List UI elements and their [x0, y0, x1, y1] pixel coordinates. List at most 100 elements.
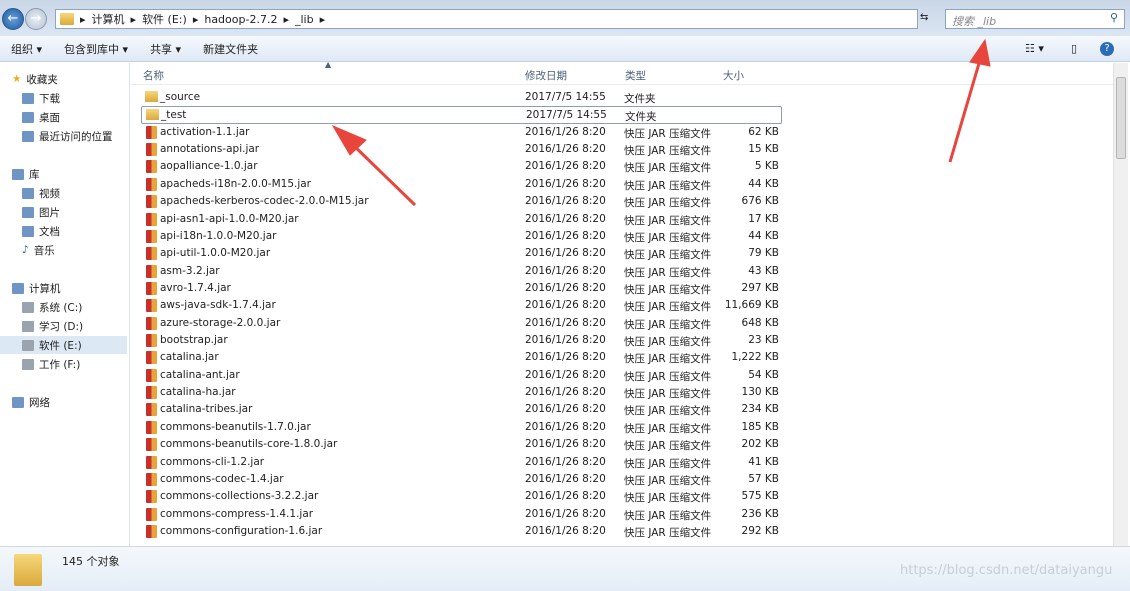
file-row[interactable]: catalina.jar 2016/1/26 8:20 快压 JAR 压缩文件 1,2… — [141, 349, 782, 367]
file-row[interactable]: activation-1.1.jar 2016/1/26 8:20 快压 JAR 压… — [141, 124, 782, 142]
sidebar-item-music[interactable]: ♪ 音乐 — [22, 241, 55, 259]
sidebar-drive-c[interactable]: 系统 (C:) — [22, 298, 82, 316]
sidebar-item-downloads[interactable]: 下载 — [22, 89, 60, 107]
file-size: 17 KB — [748, 212, 779, 225]
include-in-library-button[interactable]: 包含到库中 ▾ — [53, 41, 139, 57]
sidebar-drive-d[interactable]: 学习 (D:) — [22, 317, 83, 335]
file-row[interactable]: catalina-ant.jar 2016/1/26 8:20 快压 JAR 压缩文… — [141, 367, 782, 385]
jar-file-icon — [146, 281, 157, 295]
file-row[interactable]: api-util-1.0.0-M20.jar 2016/1/26 8:20 快压 J… — [141, 245, 782, 263]
file-size: 297 KB — [741, 281, 779, 294]
file-size: 5 KB — [754, 160, 779, 173]
video-icon — [22, 187, 34, 199]
refresh-icon[interactable]: ⇆ — [920, 12, 928, 23]
vertical-scrollbar[interactable] — [1113, 63, 1128, 546]
file-name: _source — [160, 91, 201, 103]
file-row[interactable]: api-i18n-1.0.0-M20.jar 2016/1/26 8:20 快压 J… — [141, 228, 782, 246]
file-row[interactable]: commons-codec-1.4.jar 2016/1/26 8:20 快压 JA… — [141, 471, 782, 489]
forward-button[interactable]: → — [25, 8, 47, 30]
file-type: 快压 JAR 压缩文件 — [624, 527, 712, 539]
file-row[interactable]: commons-beanutils-core-1.8.0.jar 2016/1/2… — [141, 436, 782, 454]
file-name: catalina-tribes.jar — [160, 403, 253, 416]
sidebar-item-desktop[interactable]: 桌面 — [22, 108, 60, 126]
search-icon[interactable]: ⚲ — [1110, 11, 1118, 24]
file-date: 2016/1/26 8:20 — [525, 334, 606, 347]
jar-file-icon — [146, 507, 157, 521]
file-type: 快压 JAR 压缩文件 — [624, 353, 712, 366]
sidebar-item-videos[interactable]: 视频 — [22, 184, 60, 202]
breadcrumb-hadoop[interactable]: hadoop-2.7.2 — [204, 13, 277, 26]
breadcrumb-drive[interactable]: 软件 (E:) — [142, 11, 187, 27]
file-size: 236 KB — [741, 507, 779, 520]
file-row[interactable]: _source 2017/7/5 14:55 文件夹 — [141, 89, 782, 107]
breadcrumb-computer[interactable]: 计算机 — [92, 11, 125, 27]
view-options-icon[interactable]: ☷ ▾ — [1025, 42, 1044, 55]
file-row[interactable]: apacheds-i18n-2.0.0-M15.jar 2016/1/26 8:2… — [141, 176, 782, 194]
recent-places-icon — [22, 130, 34, 142]
file-row[interactable]: apacheds-kerberos-codec-2.0.0-M15.jar 201… — [141, 193, 782, 211]
folder-icon — [60, 13, 74, 25]
file-row[interactable]: commons-cli-1.2.jar 2016/1/26 8:20 快压 JAR … — [141, 454, 782, 472]
document-icon — [22, 225, 34, 237]
sidebar-drive-f[interactable]: 工作 (F:) — [22, 355, 80, 373]
file-row[interactable]: commons-compress-1.4.1.jar 2016/1/26 8:20… — [141, 506, 782, 524]
file-row[interactable]: bootstrap.jar 2016/1/26 8:20 快压 JAR 压缩文件 23… — [141, 332, 782, 350]
jar-file-icon — [146, 143, 157, 157]
file-row[interactable]: annotations-api.jar 2016/1/26 8:20 快压 JAR … — [141, 141, 782, 159]
file-row[interactable]: aws-java-sdk-1.7.4.jar 2016/1/26 8:20 快压 J… — [141, 297, 782, 315]
sidebar-network[interactable]: 网络 — [12, 393, 50, 411]
file-type: 快压 JAR 压缩文件 — [624, 214, 712, 227]
new-folder-button[interactable]: 新建文件夹 — [192, 41, 269, 57]
file-size: 41 KB — [748, 455, 779, 468]
file-row[interactable]: commons-beanutils-1.7.0.jar 2016/1/26 8:2… — [141, 419, 782, 437]
sidebar-item-recent[interactable]: 最近访问的位置 — [22, 127, 113, 145]
file-row[interactable]: aopalliance-1.0.jar 2016/1/26 8:20 快压 JAR … — [141, 158, 782, 176]
jar-file-icon — [146, 264, 157, 278]
preview-pane-icon[interactable]: ▯ — [1071, 42, 1077, 55]
breadcrumb-lib[interactable]: _lib — [295, 13, 314, 26]
drive-icon — [22, 358, 34, 370]
scrollbar-thumb[interactable] — [1116, 77, 1126, 159]
file-row[interactable]: avro-1.7.4.jar 2016/1/26 8:20 快压 JAR 压缩文件 2… — [141, 280, 782, 298]
file-size: 11,669 KB — [724, 299, 779, 312]
column-type[interactable]: 类型 — [625, 68, 646, 83]
share-button[interactable]: 共享 ▾ — [139, 41, 192, 57]
file-row[interactable]: azure-storage-2.0.0.jar 2016/1/26 8:20 快压 … — [141, 315, 782, 333]
file-date: 2016/1/26 8:20 — [525, 438, 606, 451]
sidebar-favorites[interactable]: ★ 收藏夹 — [12, 70, 58, 88]
search-input[interactable]: 搜索 _lib — [945, 9, 1125, 29]
file-type: 快压 JAR 压缩文件 — [624, 492, 712, 505]
column-size[interactable]: 大小 — [723, 68, 744, 83]
file-name: commons-beanutils-1.7.0.jar — [160, 420, 311, 433]
address-bar[interactable]: ▸ 计算机 ▸ 软件 (E:) ▸ hadoop-2.7.2 ▸ _lib ▸ — [55, 9, 918, 29]
help-icon[interactable]: ? — [1100, 41, 1114, 56]
file-date: 2016/1/26 8:20 — [525, 143, 606, 156]
file-row[interactable]: asm-3.2.jar 2016/1/26 8:20 快压 JAR 压缩文件 43 K… — [141, 263, 782, 281]
file-date: 2016/1/26 8:20 — [525, 125, 606, 138]
file-row[interactable]: catalina-tribes.jar 2016/1/26 8:20 快压 JAR … — [141, 401, 782, 419]
sidebar-drive-e[interactable]: 软件 (E:) — [0, 336, 127, 354]
sidebar-computer[interactable]: 计算机 — [12, 279, 61, 297]
file-size: 57 KB — [748, 472, 779, 485]
jar-file-icon — [146, 490, 157, 504]
file-size: 43 KB — [748, 264, 779, 277]
jar-file-icon — [146, 438, 157, 452]
organize-button[interactable]: 组织 ▾ — [0, 41, 53, 57]
file-row[interactable]: _test 2017/7/5 14:55 文件夹 — [141, 106, 782, 125]
sidebar-item-pictures[interactable]: 图片 — [22, 203, 60, 221]
file-row[interactable]: commons-collections-3.2.2.jar 2016/1/26 8… — [141, 488, 782, 506]
file-date: 2016/1/26 8:20 — [525, 368, 606, 381]
column-headers: 名称 ▲ 修改日期 类型 大小 — [131, 60, 1113, 85]
jar-file-icon — [146, 525, 157, 538]
sidebar-libraries[interactable]: 库 — [12, 165, 40, 183]
file-row[interactable]: catalina-ha.jar 2016/1/26 8:20 快压 JAR 压缩文件… — [141, 384, 782, 402]
file-type: 快压 JAR 压缩文件 — [624, 388, 712, 401]
column-name[interactable]: 名称 — [143, 68, 164, 83]
file-row[interactable]: commons-configuration-1.6.jar 2016/1/26 8… — [141, 523, 782, 541]
jar-file-icon — [146, 316, 157, 330]
file-size: 130 KB — [741, 386, 779, 399]
file-row[interactable]: api-asn1-api-1.0.0-M20.jar 2016/1/26 8:20… — [141, 211, 782, 229]
sidebar-item-documents[interactable]: 文档 — [22, 222, 60, 240]
column-date[interactable]: 修改日期 — [525, 68, 567, 83]
back-button[interactable]: ← — [2, 8, 24, 30]
